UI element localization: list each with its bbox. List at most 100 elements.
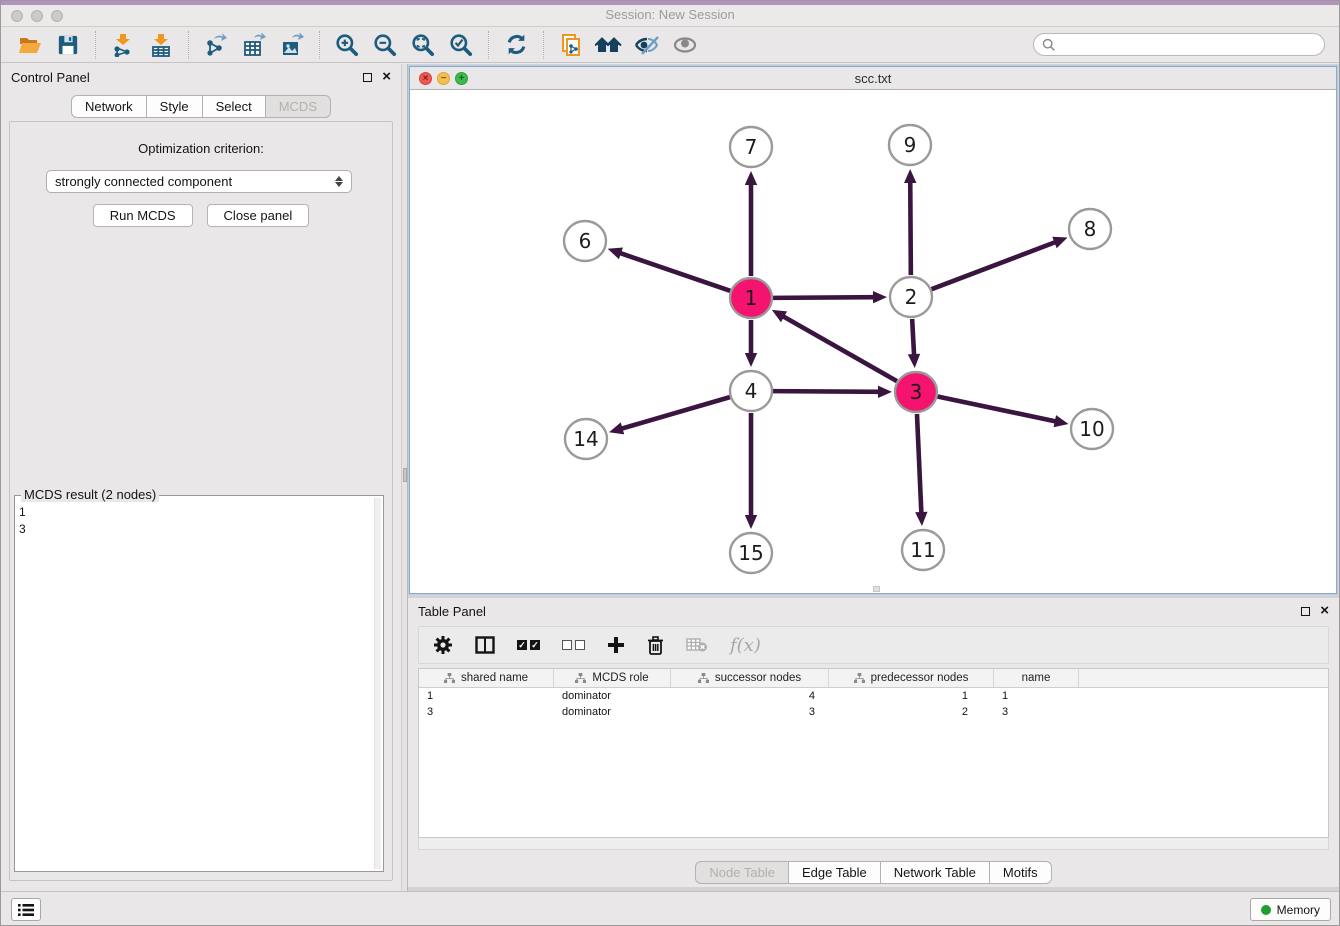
graph-node-8[interactable]: 8 <box>1069 209 1111 249</box>
memory-button[interactable]: Memory <box>1250 898 1331 921</box>
edge-arrowhead <box>908 354 920 368</box>
preview-button[interactable] <box>670 30 700 60</box>
import-network-icon <box>111 33 135 57</box>
network-window-titlebar[interactable]: × − + scc.txt <box>410 67 1336 90</box>
close-panel-icon[interactable]: × <box>382 72 391 82</box>
export-network-button[interactable] <box>201 30 231 60</box>
network-graph[interactable]: 7 9 6 8 1 2 4 3 14 10 15 11 <box>410 90 1336 593</box>
select-all-button[interactable]: ✓✓ <box>517 633 540 657</box>
mcds-result-text[interactable]: 13 <box>19 500 373 867</box>
graph-node-4[interactable]: 4 <box>730 371 772 411</box>
eye-icon <box>672 33 698 57</box>
close-table-panel-icon[interactable]: × <box>1320 606 1329 616</box>
network-canvas[interactable]: 7 9 6 8 1 2 4 3 14 10 15 11 <box>410 90 1336 593</box>
function-builder-button[interactable]: f(x) <box>730 633 761 657</box>
main-toolbar <box>1 27 1339 63</box>
export-table-button[interactable] <box>239 30 269 60</box>
node-label: 7 <box>745 135 758 159</box>
graph-node-3[interactable]: 3 <box>895 372 937 412</box>
home-button[interactable] <box>594 30 624 60</box>
splitter-grip[interactable] <box>403 468 407 482</box>
run-mcds-button[interactable]: Run MCDS <box>93 204 193 227</box>
table-toolbar: ✓✓ f(x) <box>418 626 1329 664</box>
column-header-label: MCDS role <box>592 672 648 684</box>
column-header-name[interactable]: name <box>994 669 1079 687</box>
search-box[interactable] <box>1033 33 1325 56</box>
table-hscrollbar[interactable] <box>418 838 1329 850</box>
criterion-dropdown[interactable]: strongly connected component <box>46 170 352 193</box>
export-image-icon <box>280 33 304 57</box>
column-header-shared-name[interactable]: shared name <box>419 669 554 687</box>
graph-edge-3-11[interactable] <box>917 414 921 514</box>
zoom-selected-icon <box>448 32 474 58</box>
tab-network[interactable]: Network <box>71 95 147 118</box>
graph-node-7[interactable]: 7 <box>730 127 772 167</box>
graph-edge-2-8[interactable] <box>932 242 1057 289</box>
zoom-in-button[interactable] <box>332 30 362 60</box>
graph-edge-2-9[interactable] <box>910 181 911 275</box>
graph-edge-1-2[interactable] <box>773 297 875 298</box>
split-view-button[interactable] <box>475 633 495 657</box>
graph-edge-4-14[interactable] <box>621 397 730 429</box>
tab-edge-table[interactable]: Edge Table <box>788 861 881 884</box>
graph-node-1[interactable]: 1 <box>730 278 772 318</box>
tab-network-table[interactable]: Network Table <box>880 861 990 884</box>
table-tabbar: Node TableEdge TableNetwork TableMotifs <box>408 861 1339 884</box>
graph-node-14[interactable]: 14 <box>565 419 607 459</box>
deselect-all-button[interactable] <box>562 633 585 657</box>
memory-label: Memory <box>1277 903 1320 917</box>
node-label: 11 <box>910 538 935 562</box>
tab-motifs[interactable]: Motifs <box>989 861 1052 884</box>
add-column-button[interactable] <box>607 633 625 657</box>
column-header-MCDS-role[interactable]: MCDS role <box>554 669 671 687</box>
zoom-selected-button[interactable] <box>446 30 476 60</box>
import-network-button[interactable] <box>108 30 138 60</box>
tab-style[interactable]: Style <box>146 95 203 118</box>
result-scrollbar[interactable] <box>374 498 381 869</box>
graph-node-10[interactable]: 10 <box>1071 409 1113 449</box>
table-row[interactable]: 1dominator411 <box>419 688 1328 704</box>
open-session-button[interactable] <box>15 30 45 60</box>
table-header-row: shared name MCDS role successor nodesprede… <box>419 669 1328 688</box>
search-input[interactable] <box>1062 38 1316 52</box>
window-top-strip <box>1 1 1339 5</box>
float-table-panel-icon[interactable] <box>1301 607 1310 616</box>
panel-splitter[interactable] <box>401 64 408 891</box>
import-table-button[interactable] <box>146 30 176 60</box>
export-image-button[interactable] <box>277 30 307 60</box>
memory-status-icon <box>1261 905 1271 915</box>
zoom-fit-button[interactable] <box>408 30 438 60</box>
clone-network-button[interactable] <box>556 30 586 60</box>
float-panel-icon[interactable] <box>363 73 372 82</box>
tab-node-table[interactable]: Node Table <box>695 861 789 884</box>
table-cell: 3 <box>419 704 554 720</box>
attribute-icon <box>698 673 709 684</box>
column-header-successor-nodes[interactable]: successor nodes <box>671 669 829 687</box>
tab-select[interactable]: Select <box>202 95 266 118</box>
zoom-out-button[interactable] <box>370 30 400 60</box>
graph-node-6[interactable]: 6 <box>564 221 606 261</box>
task-history-button[interactable] <box>11 898 41 921</box>
graph-node-2[interactable]: 2 <box>890 277 932 317</box>
save-session-button[interactable] <box>53 30 83 60</box>
network-resize-grip[interactable] <box>873 586 880 592</box>
graph-edge-1-6[interactable] <box>619 253 730 291</box>
graph-edge-2-3[interactable] <box>912 319 914 356</box>
table-row[interactable]: 3dominator323 <box>419 704 1328 720</box>
graph-edge-4-3[interactable] <box>773 391 880 392</box>
node-label: 8 <box>1084 217 1097 241</box>
table-settings-button[interactable] <box>433 633 453 657</box>
hide-panel-button[interactable] <box>632 30 662 60</box>
graph-edge-3-10[interactable] <box>938 397 1057 422</box>
close-panel-button[interactable]: Close panel <box>207 204 310 227</box>
table-cell: 1 <box>419 688 554 704</box>
delete-column-button[interactable] <box>647 633 664 657</box>
tab-mcds[interactable]: MCDS <box>265 95 331 118</box>
column-header-predecessor-nodes[interactable]: predecessor nodes <box>829 669 994 687</box>
graph-node-11[interactable]: 11 <box>902 530 944 570</box>
graph-node-15[interactable]: 15 <box>730 533 772 573</box>
refresh-button[interactable] <box>501 30 531 60</box>
graph-node-9[interactable]: 9 <box>889 125 931 165</box>
graph-edge-3-1[interactable] <box>782 316 897 381</box>
delete-table-button[interactable] <box>686 633 708 657</box>
